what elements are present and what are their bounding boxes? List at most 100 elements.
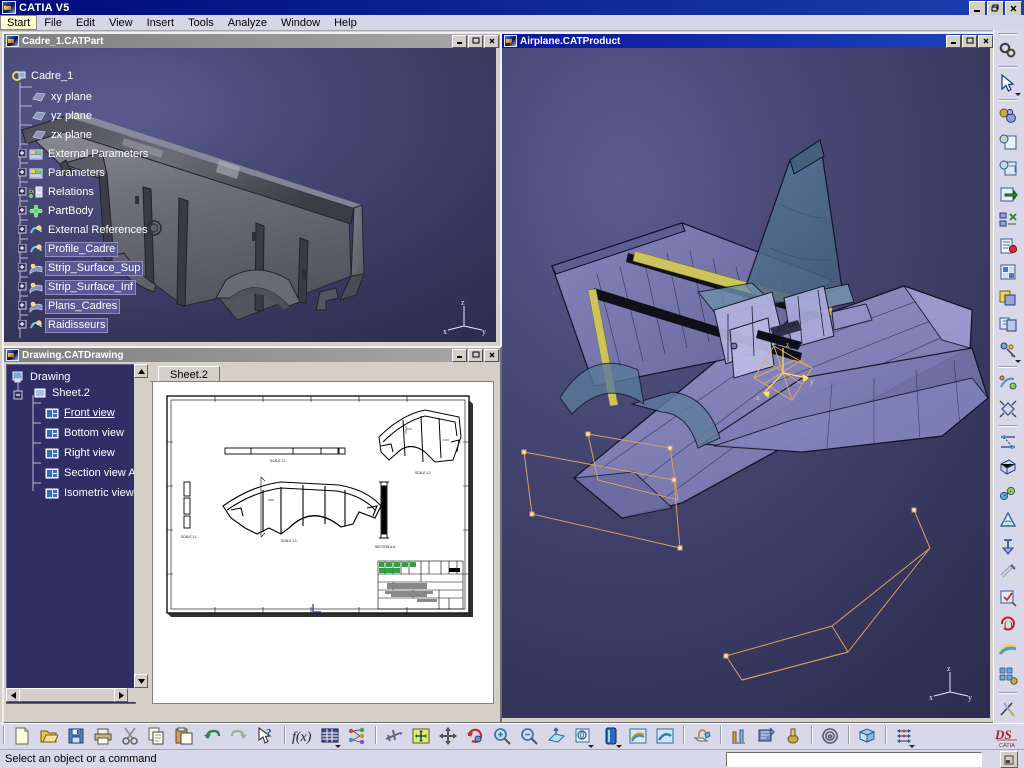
formula-icon[interactable]: f(x) [291, 724, 315, 748]
catalog-browser-icon[interactable] [818, 724, 842, 748]
named-views-icon[interactable] [571, 724, 595, 748]
drawing-spec-tree[interactable]: Drawing Sheet.2 Front view Bottom view R… [6, 364, 136, 704]
manipulation-icon[interactable] [994, 337, 1022, 363]
change-constraint-icon[interactable]: () [994, 611, 1022, 637]
expand-plus-icon[interactable] [17, 205, 29, 218]
drawing-tree-hscrollbar[interactable] [6, 688, 148, 702]
save-icon[interactable] [64, 724, 88, 748]
offset-icon[interactable] [994, 481, 1022, 507]
snap-icon[interactable] [994, 370, 1022, 396]
measure-inertia-icon[interactable] [781, 724, 805, 748]
tree-item-isometric-view[interactable]: Isometric view [45, 485, 135, 502]
menu-file[interactable]: File [37, 15, 69, 30]
fix-together-icon[interactable] [994, 559, 1022, 585]
redo-icon[interactable] [227, 724, 251, 748]
fly-mode-icon[interactable] [382, 724, 406, 748]
open-icon[interactable] [37, 724, 61, 748]
apply-material-icon[interactable] [690, 724, 714, 748]
drawing-close-button[interactable] [484, 348, 499, 362]
help-book-icon[interactable] [855, 724, 879, 748]
render-style-icon[interactable] [599, 724, 623, 748]
expand-plus-icon[interactable] [17, 148, 29, 161]
tree-item-profile-cadre[interactable]: Profile_Cadre [17, 241, 119, 258]
window-product-title-bar[interactable]: Airplane.CATProduct [502, 34, 994, 48]
tree-item-raidisseurs[interactable]: Raidisseurs [17, 317, 109, 334]
expand-plus-icon[interactable] [17, 262, 29, 275]
measure-item-icon[interactable] [754, 724, 778, 748]
hscroll-thumb[interactable] [19, 688, 115, 702]
multi-instantiation-icon[interactable] [994, 311, 1022, 337]
select-icon[interactable] [994, 70, 1022, 96]
part-viewport[interactable]: Cadre_1 xy plane yz plane zx plane Exter… [4, 48, 496, 342]
tree-item-parameters[interactable]: Parameters [17, 165, 107, 182]
design-table-icon[interactable] [318, 724, 342, 748]
command-input[interactable] [726, 752, 982, 767]
expand-plus-icon[interactable] [17, 186, 29, 199]
fit-all-in-icon[interactable] [409, 724, 433, 748]
explode-icon[interactable] [994, 396, 1022, 422]
print-icon[interactable] [91, 724, 115, 748]
minimize-button[interactable] [969, 1, 986, 16]
zoom-out-icon[interactable] [517, 724, 541, 748]
update-icon[interactable] [994, 37, 1022, 63]
drawing-sheet-canvas[interactable]: SCALE 1:1 SCALE 1:2 SCALE 1:1 SCALE 1:1 … [152, 381, 494, 704]
fix-component-icon[interactable] [994, 533, 1022, 559]
quick-constraint-icon[interactable] [994, 585, 1022, 611]
window-part-title-bar[interactable]: Cadre_1.CATPart [4, 34, 500, 48]
expand-plus-icon[interactable] [17, 300, 29, 313]
rotate-icon[interactable] [463, 724, 487, 748]
product-viewport[interactable]: z x y z x y [502, 48, 990, 718]
coincidence-icon[interactable] [994, 429, 1022, 455]
tree-item-right-view[interactable]: Right view [45, 445, 117, 462]
tree-item-sheet2[interactable]: Sheet.2 [33, 385, 92, 402]
manage-representations-icon[interactable] [994, 285, 1022, 311]
tree-item-xy-plane[interactable]: xy plane [32, 89, 94, 106]
menu-edit[interactable]: Edit [69, 15, 102, 30]
angle-icon[interactable] [994, 507, 1022, 533]
new-product-icon[interactable] [994, 155, 1022, 181]
chevron-down-icon[interactable] [909, 745, 916, 748]
menu-tools[interactable]: Tools [181, 15, 221, 30]
new-part-icon[interactable] [994, 129, 1022, 155]
flexible-rigid-icon[interactable] [994, 663, 1022, 689]
tree-item-strip-surface-inf[interactable]: Strip_Surface_Inf [17, 279, 136, 296]
tree-item-bottom-view[interactable]: Bottom view [45, 425, 126, 442]
part-maximize-button[interactable] [468, 34, 483, 48]
chevron-down-icon[interactable] [588, 745, 595, 748]
product-close-button[interactable] [978, 34, 993, 48]
tree-item-yz-plane[interactable]: yz plane [32, 108, 94, 125]
product-maximize-button[interactable] [962, 34, 977, 48]
tree-item-plans-cadres[interactable]: Plans_Cadres [17, 298, 121, 315]
expand-plus-icon[interactable] [17, 224, 29, 237]
drawing-tree-vscrollbar[interactable] [134, 364, 148, 688]
pan-icon[interactable] [436, 724, 460, 748]
zoom-in-icon[interactable] [490, 724, 514, 748]
copy-icon[interactable] [145, 724, 169, 748]
scroll-right-button[interactable] [114, 688, 128, 702]
whats-this-icon[interactable]: ? [254, 724, 278, 748]
scroll-down-button[interactable] [134, 674, 148, 688]
menu-window[interactable]: Window [274, 15, 327, 30]
drawing-minimize-button[interactable] [452, 348, 467, 362]
restore-button[interactable] [987, 1, 1004, 16]
product-minimize-button[interactable] [946, 34, 961, 48]
window-drawing[interactable]: Drawing.CATDrawing Drawing Sheet.2 Front… [2, 346, 502, 724]
constraints-icon[interactable] [892, 724, 916, 748]
existing-component-icon[interactable] [994, 103, 1022, 129]
part-minimize-button[interactable] [452, 34, 467, 48]
window-product[interactable]: Airplane.CATProduct z x y z x y [500, 32, 996, 724]
normal-view-icon[interactable] [544, 724, 568, 748]
tree-item-section-view-aa[interactable]: Section view A-A [45, 465, 135, 482]
drawing-maximize-button[interactable] [468, 348, 483, 362]
tree-item-strip-surface-sup[interactable]: Strip_Surface_Sup [17, 260, 144, 277]
menu-analyze[interactable]: Analyze [221, 15, 274, 30]
window-part[interactable]: Cadre_1.CATPart Cadre_1 xy plane yz plan… [2, 32, 502, 348]
selective-load-icon[interactable] [994, 259, 1022, 285]
menu-insert[interactable]: Insert [140, 15, 182, 30]
generate-numbering-icon[interactable] [994, 233, 1022, 259]
expand-plus-icon[interactable] [17, 167, 29, 180]
cut-icon[interactable] [118, 724, 142, 748]
part-close-button[interactable] [484, 34, 499, 48]
expand-plus-icon[interactable] [17, 243, 29, 256]
measure-between-icon[interactable] [727, 724, 751, 748]
